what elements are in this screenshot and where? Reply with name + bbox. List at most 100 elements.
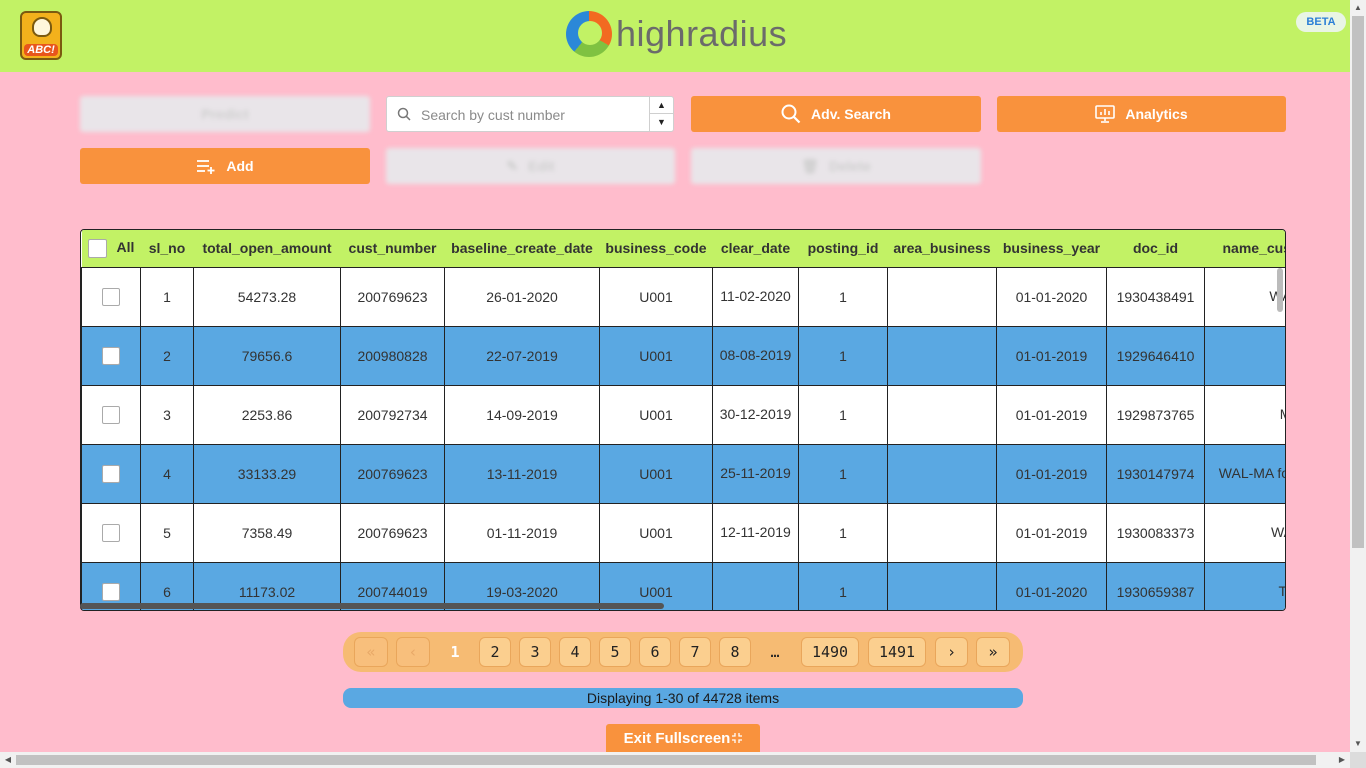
edit-icon: ✎ [506,157,519,174]
prev-page-button[interactable]: ‹ [396,637,430,667]
playlist-add-icon [197,160,215,174]
row-checkbox[interactable] [102,346,120,365]
page-button-1491[interactable]: 1491 [868,637,926,667]
page-button-2[interactable]: 2 [479,637,511,667]
cell-posting-id: 1 [798,325,888,386]
row-select-cell[interactable] [81,502,141,563]
items-status-bar: Displaying 1-30 of 44728 items [343,688,1023,708]
last-page-button[interactable]: » [976,637,1010,667]
analytics-monitor-icon [1095,105,1116,123]
table-row[interactable]: 4 33133.29 200769623 13-11-2019 U001 25-11-20… [81,443,1285,504]
delete-button[interactable]: 🗑 Delete [691,148,981,184]
cell-posting-id: 1 [798,384,888,445]
page-button-8[interactable]: 8 [719,637,751,667]
cell-posting-id: 1 [798,502,888,563]
cell-clear-date [712,561,799,610]
table-row[interactable]: 3 2253.86 200792734 14-09-2019 U001 30-12-201… [81,384,1285,445]
cell-cust-number: 200769623 [340,266,445,327]
column-header[interactable]: total_open_amount [193,230,341,267]
cell-area-business [887,384,997,445]
page-button-1[interactable]: 1 [437,637,473,667]
scroll-up-icon[interactable]: ▲ [1350,0,1366,16]
select-all-checkbox[interactable] [87,238,107,258]
row-select-cell[interactable] [81,443,141,504]
edit-button[interactable]: ✎ Edit [386,148,675,184]
predict-button[interactable]: Predict [80,96,370,132]
highradius-circle-icon [566,11,612,57]
page-button-5[interactable]: 5 [599,637,631,667]
page-button-7[interactable]: 7 [679,637,711,667]
column-header[interactable]: area_business [887,230,997,267]
column-header[interactable]: business_code [599,230,713,267]
delete-label: Delete [828,158,871,174]
column-header[interactable]: business_year [996,230,1107,267]
cell-clear-date: 12-11-2019 [712,502,799,563]
table-row[interactable]: 2 79656.6 200980828 22-07-2019 U001 08-08-201… [81,325,1285,386]
cell-posting-id: 1 [798,266,888,327]
row-checkbox[interactable] [102,582,120,601]
pagination-ellipsis: … [770,643,780,661]
page-button-1490[interactable]: 1490 [801,637,859,667]
scroll-left-icon[interactable]: ◀ [0,752,16,768]
row-checkbox[interactable] [102,405,120,424]
page-vertical-scrollbar[interactable]: ▲ ▼ [1350,0,1366,752]
next-page-button[interactable]: › [935,637,968,667]
cell-cust-number: 200792734 [340,384,445,445]
cell-name-customer: BEN E [1204,325,1285,386]
row-checkbox[interactable] [102,287,120,306]
scroll-down-icon[interactable]: ▼ [1350,736,1366,752]
column-header[interactable]: posting_id [798,230,888,267]
app-header: ABC! highradius BETA [0,0,1350,72]
number-spinner[interactable]: ▲ ▼ [649,97,673,131]
page-horizontal-scrollbar[interactable]: ◀ ▶ [0,752,1350,768]
column-header[interactable]: sl_no [140,230,194,267]
exit-fullscreen-button[interactable]: Exit Fullscreen [606,724,760,752]
add-label: Add [226,158,254,174]
cell-total-open-amount: 33133.29 [193,443,341,504]
page-button-6[interactable]: 6 [639,637,671,667]
spinner-down-icon[interactable]: ▼ [650,114,673,131]
row-checkbox[interactable] [102,523,120,542]
table-header-row: All sl_no total_open_amount cust_number … [81,230,1285,267]
cell-sl-no: 5 [140,502,194,563]
row-select-cell[interactable] [81,384,141,445]
row-select-cell[interactable] [81,266,141,327]
search-input[interactable] [421,104,641,126]
column-header[interactable]: cust_number [340,230,445,267]
analytics-button[interactable]: Analytics [997,96,1286,132]
scrollbar-thumb[interactable] [1352,16,1364,548]
adv-search-label: Adv. Search [811,106,891,122]
spinner-up-icon[interactable]: ▲ [650,97,673,114]
row-checkbox[interactable] [102,464,120,483]
first-page-button[interactable]: « [354,637,388,667]
search-icon [781,104,801,124]
column-header[interactable]: name_custo [1204,230,1285,267]
page-button-4[interactable]: 4 [559,637,591,667]
column-header[interactable]: doc_id [1106,230,1205,267]
select-all-label: All [116,238,135,255]
abc-logo-text: ABC! [24,44,58,56]
table-row[interactable]: 5 7358.49 200769623 01-11-2019 U001 12-11-201… [81,502,1285,563]
table-horizontal-scrollbar[interactable] [80,603,664,609]
cell-sl-no: 3 [140,384,194,445]
adv-search-button[interactable]: Adv. Search [691,96,981,132]
page-button-3[interactable]: 3 [519,637,551,667]
beta-badge: BETA [1296,12,1346,32]
highradius-logo: highradius [566,11,787,57]
scrollbar-thumb[interactable] [16,755,1316,765]
select-all-header[interactable]: All [81,230,141,267]
cell-name-customer: MDV/ tru [1204,384,1285,445]
row-select-cell[interactable] [81,325,141,386]
search-field[interactable]: ▲ ▼ [386,96,674,132]
column-header[interactable]: baseline_create_date [444,230,600,267]
add-button[interactable]: Add [80,148,370,184]
table-row[interactable]: 1 54273.28 200769623 26-01-2020 U001 11-02-20… [81,266,1285,327]
scroll-right-icon[interactable]: ▶ [1334,752,1350,768]
cell-business-year: 01-01-2019 [996,325,1107,386]
fullscreen-exit-icon [732,733,743,743]
table-vertical-scrollbar[interactable] [1277,268,1283,312]
cell-clear-date: 11-02-2020 [712,266,799,327]
cell-business-year: 01-01-2019 [996,502,1107,563]
cell-business-year: 01-01-2019 [996,384,1107,445]
column-header[interactable]: clear_date [712,230,799,267]
